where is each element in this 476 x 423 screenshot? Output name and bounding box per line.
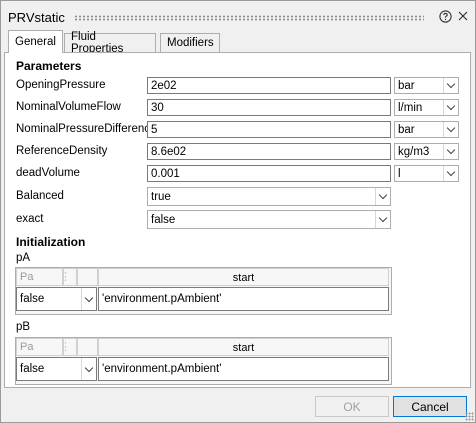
nominal-pressure-difference-unit-select[interactable]: bar [394, 121, 459, 138]
pa-header-spacer [77, 268, 98, 286]
pa-start-column-header[interactable]: start [98, 268, 389, 286]
port-label-pb: pB [16, 321, 31, 333]
param-label-exact: exact [16, 213, 44, 225]
chevron-down-icon[interactable] [81, 288, 96, 310]
param-label-nominal-pressure-difference: NominalPressureDifference [16, 123, 157, 135]
pb-unit-column-header[interactable]: Pa ⋮ [16, 338, 71, 356]
chevron-down-icon[interactable] [81, 358, 96, 380]
chevron-down-icon[interactable] [443, 166, 458, 181]
nominal-volume-flow-unit-select[interactable]: l/min [394, 99, 459, 116]
chevron-down-icon[interactable] [375, 211, 390, 228]
pa-start-input[interactable]: 'environment.pAmbient' [98, 287, 389, 311]
dead-volume-input[interactable]: 0.001 [147, 165, 391, 182]
dead-volume-unit-select[interactable]: l [394, 165, 459, 182]
exact-value: false [151, 214, 176, 226]
unit-value: kg/m3 [398, 146, 430, 158]
chevron-down-icon[interactable] [443, 144, 458, 159]
pa-unit-placeholder: Pa [20, 271, 34, 283]
initialization-heading: Initialization [16, 235, 86, 249]
param-label-nominal-volume-flow: NominalVolumeFlow [16, 101, 121, 113]
chevron-down-icon[interactable] [443, 78, 458, 93]
tab-general[interactable]: General [8, 30, 63, 53]
close-x-icon[interactable] [455, 8, 471, 24]
ok-button-label: OK [343, 399, 361, 414]
ok-button[interactable]: OK [315, 396, 389, 417]
chevron-down-icon[interactable] [375, 188, 390, 205]
unit-value: l [398, 168, 401, 180]
cancel-button-label: Cancel [411, 399, 449, 414]
unit-value: bar [398, 80, 415, 92]
title-drag-grip[interactable] [74, 15, 424, 21]
port-label-pa: pA [16, 252, 31, 264]
opening-pressure-input[interactable]: 2e02 [147, 77, 391, 94]
tab-general-label: General [15, 36, 56, 48]
nominal-volume-flow-value: 30 [151, 102, 164, 114]
tab-modifiers-label: Modifiers [167, 37, 214, 49]
reference-density-unit-select[interactable]: kg/m3 [394, 143, 459, 160]
pa-header-spacer [63, 268, 77, 286]
balanced-select[interactable]: true [147, 187, 391, 206]
pa-fixed-value: false [20, 293, 45, 305]
pb-header-spacer [77, 338, 98, 356]
nominal-volume-flow-input[interactable]: 30 [147, 99, 391, 116]
pb-header-spacer [63, 338, 77, 356]
unit-value: l/min [398, 102, 423, 114]
question-circle-icon[interactable] [437, 8, 453, 24]
tab-modifiers[interactable]: Modifiers [160, 33, 220, 52]
dead-volume-value: 0.001 [151, 168, 180, 180]
chevron-down-icon[interactable] [443, 122, 458, 137]
tab-fluid-properties[interactable]: Fluid Properties [64, 31, 156, 55]
nominal-pressure-difference-input[interactable]: 5 [147, 121, 391, 138]
resize-grip-icon[interactable] [465, 412, 474, 421]
pb-start-value: 'environment.pAmbient' [102, 363, 222, 375]
opening-pressure-unit-select[interactable]: bar [394, 77, 459, 94]
param-label-dead-volume: deadVolume [16, 167, 80, 179]
pb-unit-placeholder: Pa [20, 341, 34, 353]
unit-value: bar [398, 124, 415, 136]
nominal-pressure-difference-value: 5 [151, 124, 158, 136]
reference-density-value: 8.6e02 [151, 146, 187, 158]
exact-select[interactable]: false [147, 210, 391, 229]
param-label-balanced: Balanced [16, 190, 64, 202]
pb-start-input[interactable]: 'environment.pAmbient' [98, 357, 389, 381]
pa-unit-column-header[interactable]: Pa ⋮ [16, 268, 71, 286]
param-label-reference-density: ReferenceDensity [16, 145, 108, 157]
pb-start-column-header[interactable]: start [98, 338, 389, 356]
pa-fixed-select[interactable]: false [16, 287, 97, 311]
chevron-down-icon[interactable] [443, 100, 458, 115]
cancel-button[interactable]: Cancel [393, 396, 467, 417]
opening-pressure-value: 2e02 [151, 80, 177, 92]
window-title: PRVstatic [8, 10, 65, 25]
pb-fixed-value: false [20, 363, 45, 375]
param-label-opening-pressure: OpeningPressure [16, 79, 106, 91]
pb-fixed-select[interactable]: false [16, 357, 97, 381]
parameters-heading: Parameters [16, 59, 82, 73]
balanced-value: true [151, 191, 171, 203]
reference-density-input[interactable]: 8.6e02 [147, 143, 391, 160]
pa-start-value: 'environment.pAmbient' [102, 293, 222, 305]
